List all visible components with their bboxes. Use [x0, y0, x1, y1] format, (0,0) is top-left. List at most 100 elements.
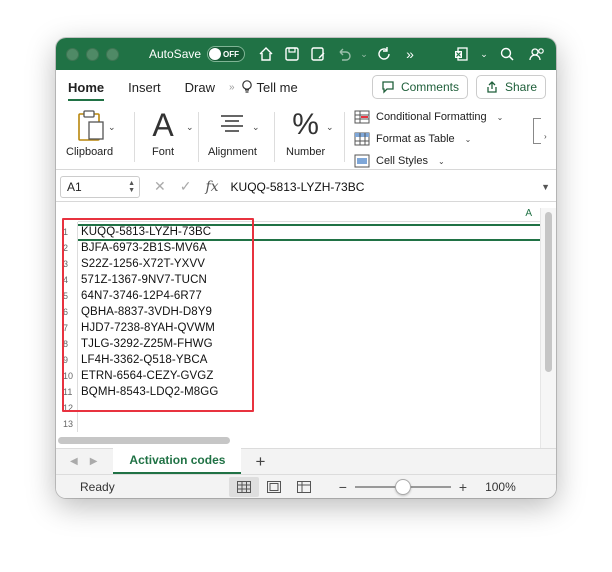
- percent-icon: %: [292, 108, 319, 141]
- page-break-view-icon[interactable]: [289, 477, 319, 497]
- chevron-down-icon: ⌄: [437, 156, 445, 166]
- clipboard-dropdown-icon[interactable]: ⌄: [108, 122, 116, 133]
- column-header-a[interactable]: A: [525, 208, 532, 219]
- format-as-table-icon: [354, 132, 370, 146]
- more-chevrons-icon[interactable]: »: [399, 43, 421, 65]
- cell-styles-icon: [354, 154, 370, 168]
- excel-document-icon[interactable]: [450, 43, 472, 65]
- share-icon: [485, 80, 499, 94]
- format-as-table-button[interactable]: Format as Table ⌄: [354, 130, 503, 148]
- number-group[interactable]: % ⌄ Number: [286, 108, 334, 158]
- sheet-tab-activation-codes[interactable]: Activation codes: [113, 448, 242, 474]
- cancel-icon[interactable]: ✕: [154, 178, 166, 195]
- conditional-formatting-button[interactable]: Conditional Formatting ⌄: [354, 108, 503, 126]
- toggle-knob: [209, 48, 222, 60]
- format-as-table-label: Format as Table: [376, 133, 455, 145]
- save-as-icon[interactable]: [307, 43, 329, 65]
- formula-input[interactable]: KUQQ-5813-LYZH-73BC: [231, 180, 365, 194]
- ribbon-scroll-right-icon[interactable]: ›: [544, 132, 547, 141]
- worksheet-grid: A 1 KUQQ-5813-LYZH-73BC 2 BJFA-6973-2B1S-MV…: [56, 204, 556, 452]
- horizontal-scrollbar[interactable]: [56, 434, 540, 446]
- styles-group: Conditional Formatting ⌄ Format as Table…: [354, 108, 503, 170]
- alignment-icon: [215, 108, 249, 142]
- enter-check-icon[interactable]: ✓: [180, 178, 192, 195]
- number-dropdown-icon[interactable]: ⌄: [326, 122, 334, 133]
- normal-view-icon[interactable]: [228, 476, 259, 497]
- autosave-label: AutoSave: [149, 47, 202, 61]
- tell-me-label: Tell me: [256, 79, 298, 95]
- font-group[interactable]: A ⌄ Font: [146, 107, 194, 158]
- ribbon-divider: [134, 112, 135, 162]
- undo-icon[interactable]: [333, 43, 355, 65]
- table-row: 13: [56, 416, 540, 432]
- zoom-window-button[interactable]: [106, 47, 119, 61]
- close-window-button[interactable]: [66, 47, 79, 61]
- name-box[interactable]: A1 ▲ ▼: [60, 175, 140, 198]
- minimize-window-button[interactable]: [86, 47, 99, 61]
- ribbon-tabs: Home Insert Draw » Tell me Comments Shar…: [56, 70, 556, 104]
- cell-styles-label: Cell Styles: [376, 155, 428, 167]
- formula-expand-icon[interactable]: ▼: [541, 182, 550, 192]
- previous-sheet-icon[interactable]: ◀: [70, 456, 78, 467]
- ribbon-divider: [198, 112, 199, 162]
- share-button[interactable]: Share: [475, 75, 546, 99]
- cells-group-icon[interactable]: [533, 118, 541, 144]
- comments-label: Comments: [400, 80, 459, 94]
- tab-draw[interactable]: Draw: [185, 74, 215, 101]
- title-bar: AutoSave OFF ⌄ » ⌄: [56, 38, 556, 70]
- cell-styles-button[interactable]: Cell Styles ⌄: [354, 152, 503, 170]
- font-dropdown-icon[interactable]: ⌄: [186, 122, 194, 133]
- comment-icon: [381, 80, 395, 94]
- document-dropdown-icon[interactable]: ⌄: [480, 43, 488, 65]
- autosave-toggle[interactable]: OFF: [207, 46, 246, 62]
- name-box-stepper-icon[interactable]: ▲ ▼: [128, 180, 135, 194]
- comments-button[interactable]: Comments: [371, 75, 468, 99]
- vertical-scroll-thumb[interactable]: [545, 212, 552, 372]
- formula-bar: A1 ▲ ▼ ✕ ✓ fx KUQQ-5813-LYZH-73BC ▼: [56, 172, 556, 202]
- zoom-out-button[interactable]: −: [339, 479, 347, 495]
- vertical-scrollbar[interactable]: [540, 208, 556, 448]
- ribbon-divider: [274, 112, 275, 162]
- page-layout-view-icon[interactable]: [259, 477, 289, 497]
- zoom-slider[interactable]: [354, 478, 451, 495]
- window-controls: [66, 47, 119, 61]
- home-icon[interactable]: [255, 43, 277, 65]
- clipboard-group[interactable]: ⌄ Clipboard: [66, 108, 116, 158]
- more-tabs-icon[interactable]: »: [229, 82, 235, 93]
- zoom-in-button[interactable]: +: [459, 479, 467, 495]
- tab-insert[interactable]: Insert: [128, 74, 161, 101]
- row-number[interactable]: 13: [56, 419, 78, 429]
- clipboard-icon: [73, 108, 107, 142]
- number-label: Number: [286, 146, 326, 158]
- status-ready: Ready: [80, 479, 115, 494]
- conditional-formatting-icon: [354, 110, 370, 124]
- alignment-group[interactable]: ⌄ Alignment: [208, 108, 260, 158]
- horizontal-scroll-thumb[interactable]: [58, 437, 230, 444]
- font-label: Font: [151, 146, 174, 158]
- name-box-value: A1: [67, 179, 82, 194]
- chevron-down-icon: ⌄: [464, 134, 472, 144]
- excel-window: AutoSave OFF ⌄ » ⌄ Home Insert Draw » Te…: [56, 38, 556, 498]
- add-sheet-button[interactable]: +: [255, 452, 265, 472]
- zoom-slider-knob[interactable]: [394, 478, 411, 495]
- clipboard-label: Clipboard: [66, 146, 114, 158]
- alignment-dropdown-icon[interactable]: ⌄: [252, 122, 260, 133]
- zoom-level[interactable]: 100%: [485, 480, 516, 494]
- redo-icon[interactable]: [373, 43, 395, 65]
- view-switcher: [228, 476, 319, 497]
- undo-dropdown-icon[interactable]: ⌄: [359, 43, 369, 65]
- lightbulb-icon: [241, 79, 253, 95]
- status-bar: Ready − + 100%: [56, 474, 556, 498]
- ribbon: ⌄ Clipboard A ⌄ Font ⌄ Alignment % ⌄ Num…: [56, 104, 556, 170]
- search-icon[interactable]: [496, 43, 518, 65]
- save-icon[interactable]: [281, 43, 303, 65]
- insert-function-icon[interactable]: fx: [205, 179, 218, 195]
- font-icon: A: [152, 107, 174, 143]
- title-right-tools: ⌄: [450, 43, 548, 65]
- next-sheet-icon[interactable]: ▶: [90, 456, 98, 467]
- tab-home[interactable]: Home: [68, 74, 105, 101]
- sheet-tab-bar: ◀ ▶ Activation codes +: [56, 448, 556, 474]
- share-label: Share: [504, 80, 537, 94]
- tell-me-search[interactable]: Tell me: [241, 79, 298, 95]
- account-icon[interactable]: [526, 43, 548, 65]
